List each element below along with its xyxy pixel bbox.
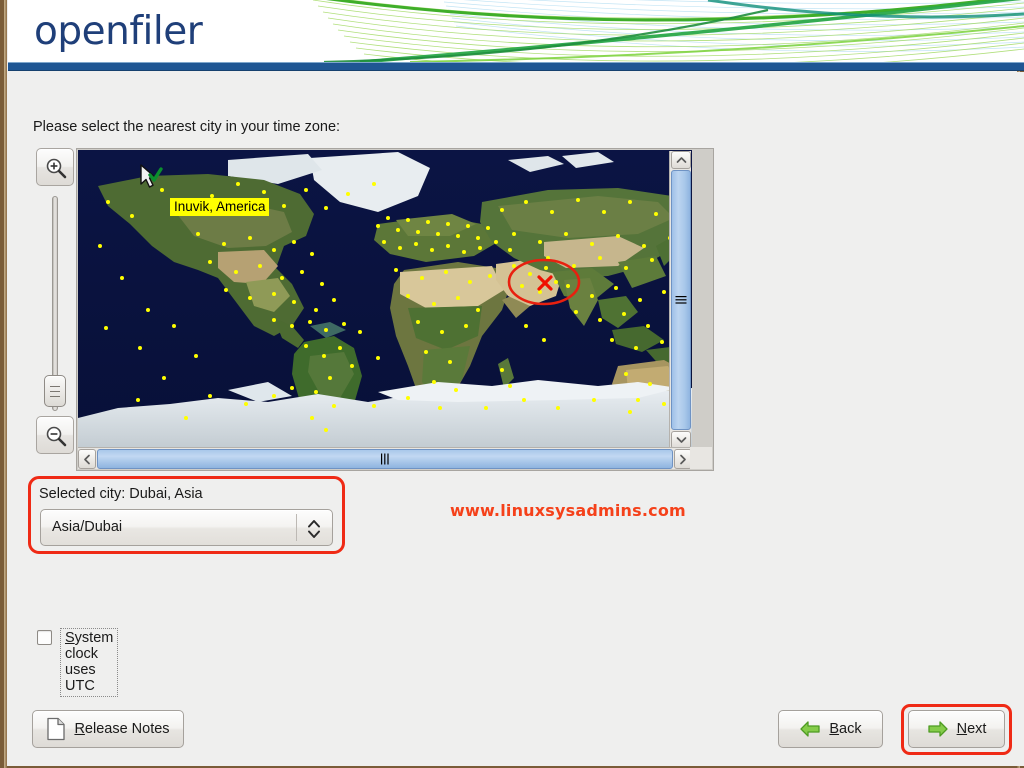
chevron-right-icon — [679, 454, 687, 465]
magnifier-minus-icon — [44, 424, 68, 448]
map-viewport[interactable]: Inuvik, America — [78, 150, 692, 448]
scrollbar-corner — [690, 447, 712, 469]
zoom-slider-handle[interactable] — [44, 375, 66, 407]
updown-chevron-icon — [306, 518, 322, 540]
header-divider — [8, 62, 1024, 71]
magnifier-plus-icon — [44, 156, 68, 180]
timezone-map-widget: Inuvik, America — [33, 146, 714, 472]
map-vertical-scrollbar[interactable] — [669, 151, 691, 448]
map-city-tooltip: Inuvik, America — [170, 198, 269, 216]
horizontal-scrollbar-thumb[interactable] — [97, 449, 673, 469]
scrollbar-grip-icon — [381, 453, 390, 466]
vertical-scrollbar-thumb[interactable] — [671, 170, 691, 430]
document-icon — [46, 717, 66, 741]
watermark-text: www.linuxsysadmins.com — [450, 501, 686, 520]
utc-checkbox-label: System clock uses UTC — [60, 628, 118, 697]
zoom-out-button[interactable] — [36, 416, 74, 454]
installer-window: openfiler Please select the nearest city… — [0, 0, 1024, 768]
select-separator — [296, 514, 297, 541]
scroll-up-button[interactable] — [671, 151, 691, 169]
chevron-down-icon — [676, 436, 687, 444]
release-mnemonic: R — [74, 721, 84, 737]
mouse-cursor-icon — [138, 163, 164, 193]
page-title: Please select the nearest city in your t… — [33, 119, 340, 135]
selected-city-annotation: Selected city: Dubai, Asia Asia/Dubai — [28, 476, 345, 554]
map-horizontal-scrollbar[interactable] — [78, 447, 692, 469]
content-pane: Please select the nearest city in your t… — [8, 72, 1024, 766]
back-button[interactable]: Back — [778, 710, 883, 748]
release-notes-button[interactable]: Release Notes — [32, 710, 184, 748]
selected-city-label: Selected city: Dubai, Asia — [39, 486, 203, 502]
header-banner: openfiler — [8, 0, 1024, 62]
world-map-image — [78, 150, 692, 448]
utc-checkbox[interactable] — [37, 630, 52, 645]
back-mnemonic: B — [829, 721, 839, 737]
scroll-left-button[interactable] — [78, 449, 96, 469]
release-notes-label: Release Notes — [74, 721, 169, 737]
timezone-select[interactable]: Asia/Dubai — [40, 509, 333, 546]
utc-label-mnemonic: S — [65, 630, 75, 646]
zoom-in-button[interactable] — [36, 148, 74, 186]
chevron-up-icon — [676, 156, 687, 164]
chevron-left-icon — [83, 454, 91, 465]
back-rest: ack — [839, 721, 862, 737]
next-button-annotation — [901, 704, 1012, 755]
release-rest: elease Notes — [85, 721, 170, 737]
scroll-down-button[interactable] — [671, 431, 691, 448]
scrollbar-grip-icon — [675, 296, 688, 305]
map-frame: Inuvik, America — [76, 148, 714, 471]
window-frame-left — [4, 0, 7, 768]
timezone-select-value: Asia/Dubai — [52, 519, 122, 535]
app-logo: openfiler — [34, 9, 202, 54]
arrow-left-icon — [799, 720, 821, 738]
back-label: Back — [829, 721, 861, 737]
map-zoom-controls — [33, 146, 76, 472]
